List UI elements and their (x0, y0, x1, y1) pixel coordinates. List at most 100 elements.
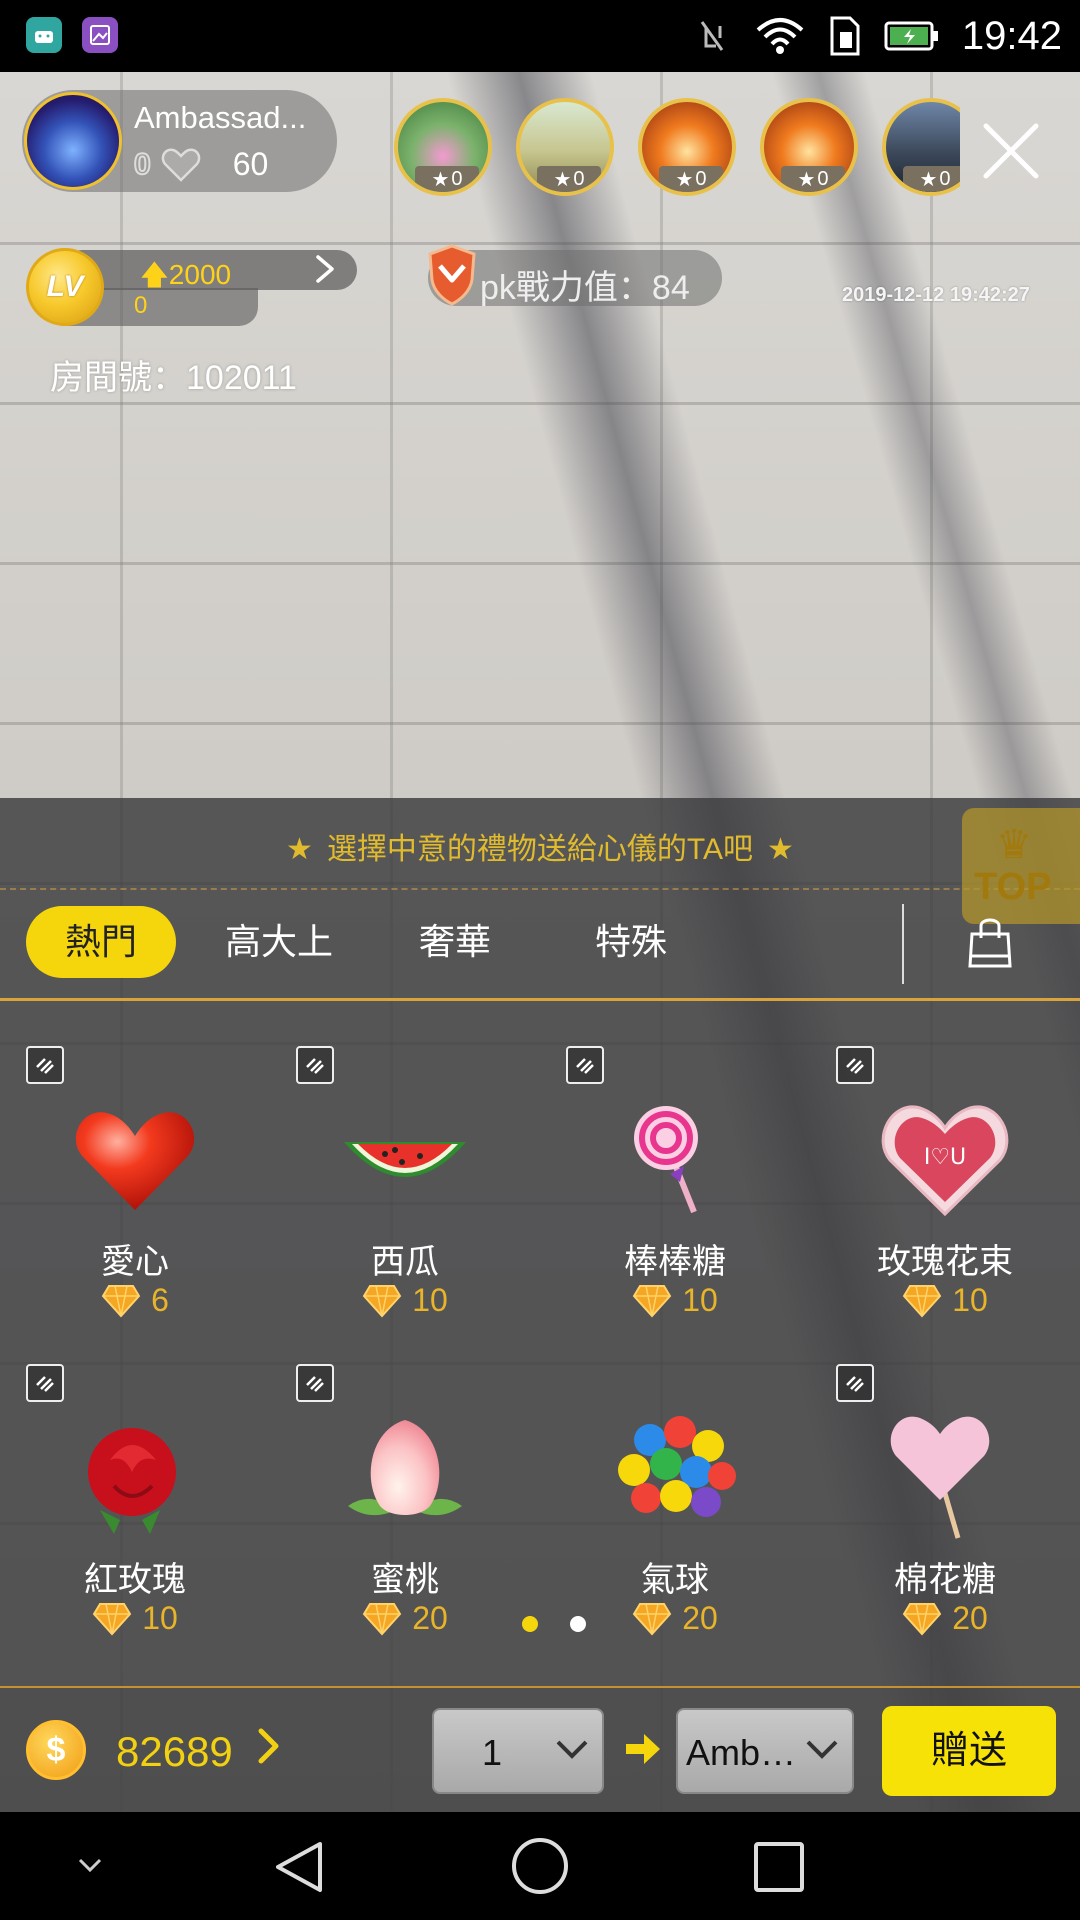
star-icon: ★ (431, 168, 450, 191)
tab-luxury[interactable]: 奢華 (400, 906, 510, 978)
gift-item[interactable]: 棉花糖 20 (810, 1320, 1080, 1638)
star-icon: ★ (767, 833, 794, 866)
send-button[interactable]: 贈送 (882, 1706, 1056, 1796)
battery-charging-icon (884, 21, 938, 51)
svg-text:I♡U: I♡U (924, 1145, 966, 1170)
recents-icon[interactable] (752, 1840, 806, 1894)
top-button[interactable]: ♛ TOP (962, 808, 1080, 924)
pk-power-label: pk戰力值：84 (480, 269, 690, 307)
watermelon-gift-icon (344, 1142, 466, 1177)
gift-price: 20 (270, 1600, 540, 1637)
gift-price: 10 (0, 1600, 270, 1637)
gift-item[interactable]: 愛心 6 (0, 1002, 270, 1320)
status-bar: 19:42 (0, 0, 1080, 72)
gift-effect-icon (836, 1046, 874, 1084)
gift-name: 愛心 (101, 1243, 169, 1281)
chevron-down-icon (806, 1740, 838, 1759)
back-icon[interactable] (270, 1838, 328, 1896)
host-name: Ambassad... (134, 100, 307, 135)
viewer-star-badge: ★ 0 (903, 166, 960, 192)
room-number: 房間號：102011 (50, 359, 297, 397)
star-icon: ★ (553, 168, 572, 191)
viewer-avatar[interactable]: ★ 0 (394, 98, 492, 196)
timestamp: 2019-12-12 19:42:27 (842, 284, 1030, 306)
gift-price: 6 (0, 1282, 270, 1319)
tab-special[interactable]: 特殊 (576, 906, 686, 978)
host-info-card[interactable]: Ambassad... 0 60 (22, 90, 337, 192)
gift-effect-icon (836, 1364, 874, 1402)
viewer-avatar[interactable]: ★ 0 (882, 98, 960, 196)
gift-price: 10 (540, 1282, 810, 1319)
host-avatar[interactable] (24, 92, 122, 190)
star-icon: ★ (797, 168, 816, 191)
diamond-icon (902, 1602, 942, 1635)
coin-icon: $ (26, 1720, 86, 1780)
gift-price: 20 (810, 1600, 1080, 1637)
viewer-star-badge: ★ 0 (537, 166, 601, 192)
level-progress-card[interactable]: LV 🡅2000 0 (22, 244, 357, 326)
gallery-app-icon (82, 17, 118, 53)
star-icon: ★ (286, 833, 313, 866)
diamond-icon (632, 1284, 672, 1317)
cotton-candy-gift-icon (890, 1416, 990, 1539)
gift-name: 棒棒糖 (624, 1243, 726, 1281)
close-icon[interactable] (978, 118, 1044, 184)
chevron-right-icon[interactable] (256, 1726, 282, 1776)
diamond-icon (92, 1602, 132, 1635)
gift-effect-icon (296, 1046, 334, 1084)
gift-name: 氣球 (641, 1561, 709, 1599)
up-arrow-icon: 🡅 (140, 259, 169, 290)
page-indicator-dot[interactable] (570, 1616, 586, 1632)
gift-effect-icon (296, 1364, 334, 1402)
gift-name: 蜜桃 (371, 1561, 439, 1599)
diamond-icon (101, 1284, 141, 1317)
gift-item[interactable]: 蜜桃 20 (270, 1320, 540, 1638)
gift-name: 西瓜 (371, 1243, 439, 1281)
recipient-select[interactable]: Amba... (676, 1708, 854, 1794)
viewer-avatar[interactable]: ★ 0 (760, 98, 858, 196)
page-indicator-dot-active[interactable] (522, 1616, 538, 1632)
gift-item[interactable]: I♡U 玫瑰花束 10 (810, 1002, 1080, 1320)
gift-panel: ★ 選擇中意的禮物送給心儀的TA吧 ★ ♛ TOP 熱門 高大上 奢華 特殊 愛心 … (0, 798, 1080, 1686)
host-stats: 0 60 (133, 146, 269, 183)
viewer-avatar[interactable]: ★ 0 (638, 98, 736, 196)
host-likes: 60 (232, 146, 269, 182)
quantity-select[interactable]: 1 (432, 1708, 604, 1794)
coin-balance[interactable]: 82689 (116, 1728, 233, 1776)
send-gift-bar: $ 82689 1 Amba... 贈送 (0, 1686, 1080, 1812)
gift-effect-icon (566, 1046, 604, 1084)
host-fans-count: 0 (133, 147, 152, 182)
shopping-bag-icon[interactable] (966, 916, 1014, 970)
clock: 19:42 (961, 13, 1062, 58)
heart-outline-icon (161, 148, 200, 182)
android-debug-icon (26, 17, 62, 53)
viewer-avatar[interactable]: ★ 0 (516, 98, 614, 196)
star-icon: ★ (919, 168, 938, 191)
diamond-icon (902, 1284, 942, 1317)
gift-item[interactable]: 紅玫瑰 10 (0, 1320, 270, 1638)
home-icon[interactable] (510, 1836, 570, 1896)
viewer-avatar-list[interactable]: ★ 0 ★ 0 ★ 0 ★ 0 ★ 0 (390, 90, 960, 210)
gift-price: 10 (810, 1282, 1080, 1319)
chevron-right-icon[interactable] (314, 254, 336, 292)
tab-premium[interactable]: 高大上 (214, 906, 344, 978)
diamond-icon (632, 1602, 672, 1635)
balloons-gift-icon (618, 1416, 736, 1517)
gift-item[interactable]: 西瓜 10 (270, 1002, 540, 1320)
gift-name: 紅玫瑰 (84, 1561, 186, 1599)
level-current-value: 0 (134, 292, 148, 319)
gift-effect-icon (26, 1046, 64, 1084)
chevron-down-icon[interactable] (72, 1848, 108, 1884)
tab-hot[interactable]: 熱門 (26, 906, 176, 978)
gift-price: 10 (270, 1282, 540, 1319)
navigation-bar (0, 1812, 1080, 1920)
gift-item[interactable]: 氣球 20 (540, 1320, 810, 1638)
lollipop-gift-icon (634, 1106, 698, 1214)
gift-item[interactable]: 棒棒糖 10 (540, 1002, 810, 1320)
gift-name: 棉花糖 (894, 1561, 996, 1599)
star-icon: ★ (675, 168, 694, 191)
wifi-icon (756, 18, 804, 54)
viewer-star-badge: ★ 0 (659, 166, 723, 192)
level-next-value: 🡅2000 (140, 259, 232, 290)
diamond-icon (362, 1602, 402, 1635)
